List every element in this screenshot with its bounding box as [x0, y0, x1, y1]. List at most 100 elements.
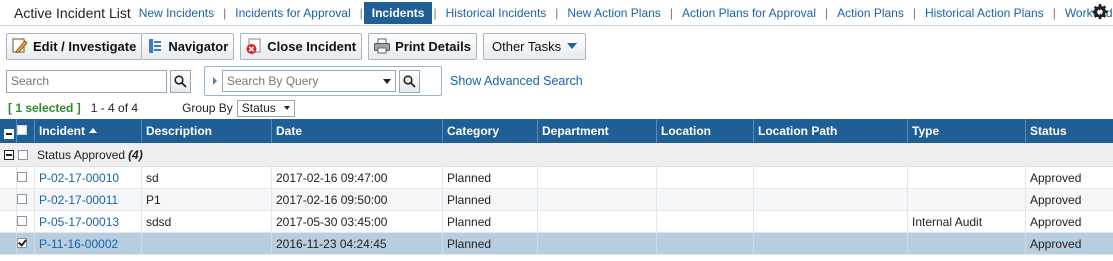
location-cell: [657, 210, 754, 233]
location-path-cell: [754, 232, 908, 255]
column-header-location-path[interactable]: Location Path: [754, 119, 908, 143]
location-cell: [657, 188, 754, 211]
column-header-type[interactable]: Type: [908, 119, 1026, 143]
department-cell: [538, 166, 657, 189]
incident-link[interactable]: P-05-17-00013: [35, 210, 142, 233]
tab-incidents-for-approval[interactable]: Incidents for Approval: [227, 2, 358, 24]
navigator-icon: [149, 39, 162, 53]
table-row[interactable]: P-02-17-00010 sd 2017-02-16 09:47:00 Pla…: [0, 166, 1113, 189]
checkbox-box: [17, 193, 27, 204]
category-cell: Planned: [443, 188, 538, 211]
tab-historical-incidents[interactable]: Historical Incidents: [438, 2, 555, 24]
group-label: Status Approved: [37, 147, 126, 162]
top-tab-bar: Active Incident List New Incidents | Inc…: [0, 0, 1113, 26]
row-spacer: [0, 210, 17, 233]
tab-incidents[interactable]: Incidents: [363, 2, 433, 24]
column-header-category[interactable]: Category: [443, 119, 538, 143]
page-title: Active Incident List: [14, 5, 131, 21]
row-checkbox[interactable]: [17, 232, 35, 255]
description-cell: P1: [142, 188, 272, 211]
expand-arrow-icon[interactable]: [213, 77, 217, 85]
description-cell: [142, 232, 272, 255]
edit-investigate-button[interactable]: Edit / Investigate: [6, 32, 143, 60]
location-cell: [657, 232, 754, 255]
edit-investigate-label: Edit / Investigate: [33, 38, 137, 54]
status-cell: Approved: [1030, 214, 1082, 229]
search-by-query-select[interactable]: Search By Query: [222, 70, 396, 92]
row-checkbox[interactable]: [17, 210, 35, 233]
divider: [0, 25, 1113, 26]
selected-count: [ 1 selected ]: [8, 101, 81, 115]
collapse-group-icon[interactable]: [4, 149, 14, 160]
show-advanced-search-link[interactable]: Show Advanced Search: [450, 74, 583, 88]
department-cell: [538, 210, 657, 233]
incident-link[interactable]: P-02-17-00011: [35, 188, 142, 211]
edit-navigator-group: Edit / Investigate Navigator: [6, 32, 235, 60]
type-cell: [908, 166, 1026, 189]
status-cell: Approved: [1030, 192, 1082, 207]
row-checkbox[interactable]: [17, 166, 35, 189]
table-row[interactable]: P-05-17-00013 sdsd 2017-05-30 03:45:00 P…: [0, 210, 1113, 233]
checkbox-checked: [17, 237, 27, 248]
group-row-status-approved: Status Approved (4): [0, 143, 1113, 167]
date-cell: 2016-11-23 04:24:45: [272, 232, 443, 255]
group-checkbox[interactable]: [18, 149, 28, 160]
date-cell: 2017-02-16 09:47:00: [272, 166, 443, 189]
tab-strip: New Incidents | Incidents for Approval |…: [131, 0, 1113, 26]
checkbox-box: [17, 125, 27, 135]
column-header-department[interactable]: Department: [538, 119, 657, 143]
incident-link[interactable]: P-02-17-00010: [35, 166, 142, 189]
group-by-value: Status: [241, 101, 276, 115]
edit-icon: [12, 38, 28, 54]
incident-link[interactable]: P-11-16-00002: [35, 232, 142, 255]
row-spacer: [0, 166, 17, 189]
search-input[interactable]: [6, 69, 167, 93]
column-header-description[interactable]: Description: [142, 119, 272, 143]
search-by-query-placeholder: Search By Query: [227, 74, 319, 88]
location-path-cell: [754, 210, 908, 233]
date-cell: 2017-05-30 03:45:00: [272, 210, 443, 233]
close-incident-label: Close Incident: [267, 38, 357, 54]
search-row: [6, 67, 191, 95]
other-tasks-dropdown[interactable]: Other Tasks: [483, 32, 587, 60]
row-checkbox[interactable]: [17, 188, 35, 211]
checkbox-box: [17, 171, 27, 182]
location-path-cell: [754, 188, 908, 211]
tab-new-action-plans[interactable]: New Action Plans: [559, 2, 668, 24]
print-details-label: Print Details: [395, 38, 471, 54]
group-by-select[interactable]: Status: [236, 99, 295, 117]
location-path-cell: [754, 166, 908, 189]
close-incident-button[interactable]: Close Incident: [240, 32, 363, 60]
row-spacer: [0, 232, 17, 255]
select-all-checkbox[interactable]: [17, 119, 35, 143]
tab-new-incidents[interactable]: New Incidents: [131, 2, 222, 24]
minus-icon: [4, 129, 14, 139]
search-icon: [403, 74, 416, 88]
close-document-icon: [246, 38, 261, 54]
category-cell: Planned: [443, 232, 538, 255]
query-search-button[interactable]: [399, 69, 420, 93]
location-cell: [657, 166, 754, 189]
date-cell: 2017-02-16 09:50:00: [272, 188, 443, 211]
column-header-date[interactable]: Date: [272, 119, 443, 143]
type-cell: [908, 188, 1026, 211]
print-details-button[interactable]: Print Details: [368, 32, 477, 60]
gear-icon[interactable]: [1092, 4, 1108, 20]
column-header-incident[interactable]: Incident: [35, 119, 142, 143]
column-header-location[interactable]: Location: [657, 119, 754, 143]
tab-action-plans-for-approval[interactable]: Action Plans for Approval: [674, 2, 824, 24]
type-cell: [908, 232, 1026, 255]
row-spacer: [0, 188, 17, 211]
table-row-selected[interactable]: P-11-16-00002 2016-11-23 04:24:45 Planne…: [0, 232, 1113, 255]
tab-action-plans[interactable]: Action Plans: [829, 2, 912, 24]
search-button[interactable]: [170, 69, 191, 93]
collapse-all-toggle[interactable]: [0, 119, 17, 143]
column-header-status[interactable]: Status: [1026, 119, 1113, 143]
navigator-button[interactable]: Navigator: [142, 32, 235, 60]
column-label: Incident: [39, 124, 86, 138]
printer-icon: [374, 38, 391, 54]
table-row[interactable]: P-02-17-00011 P1 2017-02-16 09:50:00 Pla…: [0, 188, 1113, 211]
tab-historical-action-plans[interactable]: Historical Action Plans: [917, 2, 1052, 24]
category-cell: Planned: [443, 210, 538, 233]
chevron-down-icon: [283, 106, 290, 110]
